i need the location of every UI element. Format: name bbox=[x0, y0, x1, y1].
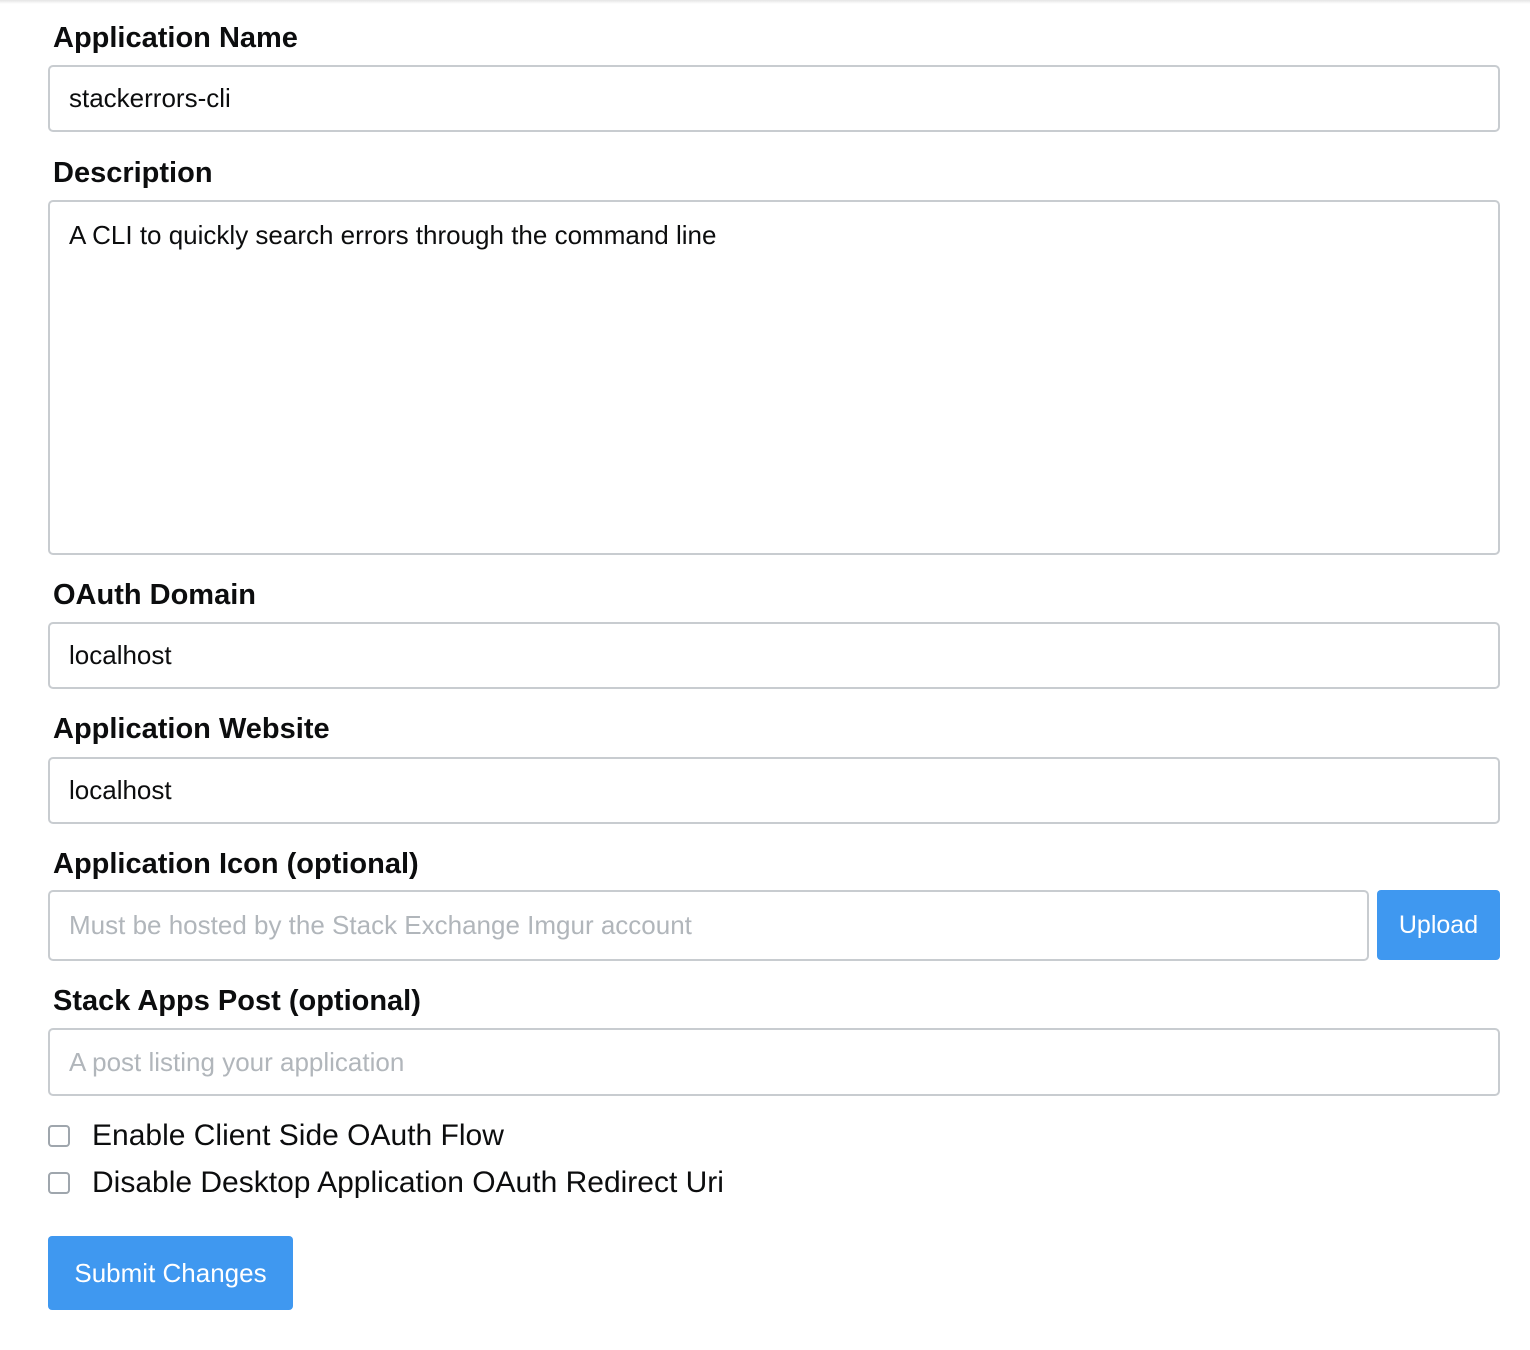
description-label: Description bbox=[53, 157, 213, 189]
disable-desktop-redirect-option[interactable]: Disable Desktop Application OAuth Redire… bbox=[48, 1166, 724, 1200]
submit-changes-button[interactable]: Submit Changes bbox=[48, 1236, 293, 1310]
website-label: Application Website bbox=[53, 713, 330, 745]
app-name-input[interactable] bbox=[48, 65, 1500, 132]
stack-apps-post-input[interactable] bbox=[48, 1028, 1500, 1096]
website-input[interactable] bbox=[48, 757, 1500, 824]
disable-desktop-redirect-label[interactable]: Disable Desktop Application OAuth Redire… bbox=[92, 1166, 724, 1200]
oauth-domain-label: OAuth Domain bbox=[53, 579, 256, 611]
description-textarea[interactable]: A CLI to quickly search errors through t… bbox=[48, 200, 1500, 555]
app-icon-url-input[interactable] bbox=[48, 890, 1369, 961]
oauth-domain-input[interactable] bbox=[48, 622, 1500, 689]
disable-desktop-redirect-checkbox[interactable] bbox=[48, 1172, 70, 1194]
app-icon-label: Application Icon (optional) bbox=[53, 848, 419, 880]
top-shadow bbox=[0, 0, 1530, 4]
upload-button[interactable]: Upload bbox=[1377, 890, 1500, 960]
stack-apps-post-label: Stack Apps Post (optional) bbox=[53, 985, 421, 1017]
client-side-oauth-label[interactable]: Enable Client Side OAuth Flow bbox=[92, 1119, 504, 1153]
app-name-label: Application Name bbox=[53, 22, 298, 54]
client-side-oauth-option[interactable]: Enable Client Side OAuth Flow bbox=[48, 1119, 504, 1153]
client-side-oauth-checkbox[interactable] bbox=[48, 1125, 70, 1147]
